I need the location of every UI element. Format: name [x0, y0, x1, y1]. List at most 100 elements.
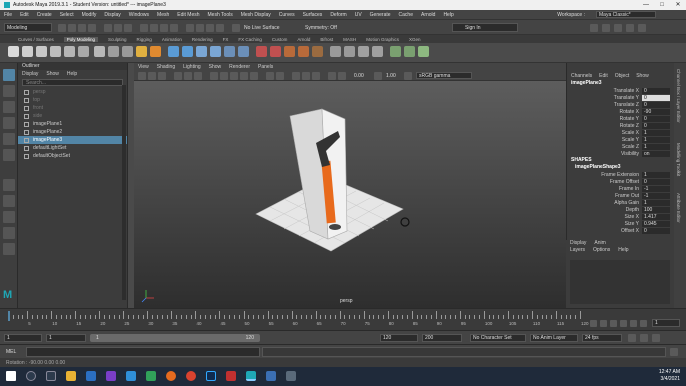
- target-weld-icon[interactable]: [358, 46, 369, 57]
- shelf-tab-mash[interactable]: MASH: [343, 37, 356, 42]
- snap-view-icon[interactable]: [170, 24, 178, 32]
- shelf-tab-xgen[interactable]: XGen: [409, 37, 421, 42]
- folder-icon[interactable]: [58, 24, 66, 32]
- menu-uv[interactable]: UV: [355, 12, 362, 18]
- channel-attr-row[interactable]: Rotate Y0: [567, 115, 674, 122]
- resolution-gate-icon[interactable]: [194, 72, 202, 80]
- outliner-item-imageplane1[interactable]: imagePlane1: [18, 120, 127, 128]
- mel-input[interactable]: [26, 347, 260, 357]
- channel-menu-show[interactable]: Show: [636, 73, 649, 79]
- platonic-solid-icon[interactable]: [108, 46, 119, 57]
- menu-windows[interactable]: Windows: [129, 12, 149, 18]
- app3-icon[interactable]: [286, 371, 296, 381]
- lights-icon[interactable]: [240, 72, 248, 80]
- depth-of-field-icon[interactable]: [328, 72, 336, 80]
- auto-key-icon[interactable]: [640, 334, 648, 342]
- shelf-tab-arnold[interactable]: Arnold: [297, 37, 310, 42]
- go-to-end-icon[interactable]: [640, 320, 647, 327]
- channel-menu-edit[interactable]: Edit: [599, 73, 608, 79]
- shelf-tab-fx-caching[interactable]: FX Caching: [238, 37, 262, 42]
- channel-attr-row[interactable]: Scale Y1: [567, 136, 674, 143]
- sign-in-button[interactable]: Sign In: [452, 23, 518, 32]
- fill-hole-icon[interactable]: [298, 46, 309, 57]
- viewport-menu-view[interactable]: View: [138, 64, 149, 70]
- single-perspective-layout-icon[interactable]: [3, 179, 15, 191]
- tool-settings-toggle-icon[interactable]: [626, 24, 634, 32]
- menu-arnold[interactable]: Arnold: [421, 12, 435, 18]
- motion-blur-icon[interactable]: [302, 72, 310, 80]
- channel-attr-value-field[interactable]: -90: [642, 108, 670, 115]
- boolean-difference-icon[interactable]: [224, 46, 235, 57]
- shape-attr-value-field[interactable]: -1: [642, 192, 670, 199]
- channel-attr-value-field[interactable]: 0: [642, 122, 670, 129]
- outliner-menu-help[interactable]: Help: [67, 71, 77, 77]
- move-tool-icon[interactable]: [3, 117, 15, 129]
- camera-attributes-icon[interactable]: [138, 72, 146, 80]
- textured-icon[interactable]: [230, 72, 238, 80]
- separate-icon[interactable]: [182, 46, 193, 57]
- fps-dropdown[interactable]: 24 fps: [582, 334, 622, 342]
- shape-attr-value-field[interactable]: 1: [642, 199, 670, 206]
- menu-deform[interactable]: Deform: [330, 12, 346, 18]
- menu-mesh-display[interactable]: Mesh Display: [241, 12, 271, 18]
- exposure-icon[interactable]: [338, 72, 346, 80]
- lasso-tool-icon[interactable]: [3, 85, 15, 97]
- photoshop-icon[interactable]: [206, 371, 216, 381]
- ipr-render-icon[interactable]: [206, 24, 214, 32]
- automatic-mapping-icon[interactable]: [404, 46, 415, 57]
- select-object-icon[interactable]: [114, 24, 122, 32]
- color-management-icon[interactable]: [404, 72, 412, 80]
- viewport-menu-renderer[interactable]: Renderer: [229, 64, 250, 70]
- channel-menu-object[interactable]: Object: [615, 73, 629, 79]
- shape-attr-row[interactable]: Alpha Gain 1: [567, 199, 674, 206]
- magnet-icon[interactable]: [232, 24, 240, 32]
- outliner-search-input[interactable]: Search...: [22, 79, 123, 86]
- play-forward-icon[interactable]: [620, 320, 627, 327]
- viewport-menu-show[interactable]: Show: [209, 64, 222, 70]
- type-text-icon[interactable]: [150, 46, 161, 57]
- current-frame-marker[interactable]: [8, 311, 10, 321]
- menu-cache[interactable]: Cache: [399, 12, 413, 18]
- outliner-item-side[interactable]: side: [18, 112, 127, 120]
- channel-attr-value-field[interactable]: 0: [642, 94, 670, 101]
- shape-attr-row[interactable]: Depth 100: [567, 206, 674, 213]
- undo-icon[interactable]: [78, 24, 86, 32]
- shelf-tab-rigging[interactable]: Rigging: [137, 37, 152, 42]
- ambient-occlusion-icon[interactable]: [292, 72, 300, 80]
- windows-start-icon[interactable]: [6, 371, 16, 381]
- play-backward-icon[interactable]: [610, 320, 617, 327]
- live-surface-label[interactable]: No Live Surface: [244, 25, 280, 31]
- outliner-item-defaultlightset[interactable]: defaultLightSet: [18, 144, 127, 152]
- shelf-tab-sculpting[interactable]: Sculpting: [108, 37, 127, 42]
- app2-icon[interactable]: [266, 371, 276, 381]
- select-component-icon[interactable]: [124, 24, 132, 32]
- channel-attr-value-field[interactable]: 0: [642, 87, 670, 94]
- xray-icon[interactable]: [266, 72, 274, 80]
- shelf-tab-fx[interactable]: FX: [223, 37, 229, 42]
- shape-attr-value-field[interactable]: 0: [642, 227, 670, 234]
- tab-display[interactable]: Display: [570, 240, 586, 247]
- chrome-icon[interactable]: [186, 371, 196, 381]
- character-set-dropdown[interactable]: No Character Set: [470, 334, 526, 342]
- system-clock[interactable]: 12:47 AM 3/4/2021: [659, 369, 680, 383]
- paint-select-tool-icon[interactable]: [3, 101, 15, 113]
- poly-cylinder-icon[interactable]: [36, 46, 47, 57]
- sidetab-modelling-toolkit[interactable]: Modelling Toolkit: [676, 143, 681, 176]
- task-view-icon[interactable]: [46, 371, 56, 381]
- outliner-item-persp[interactable]: persp: [18, 88, 127, 96]
- time-slider[interactable]: 5 10 15 20 25 30 35 40 45 50 55 60 65 70 75 80 85 90 95 100…: [0, 308, 686, 330]
- insert-edge-loop-icon[interactable]: [330, 46, 341, 57]
- sidetab-channel-box[interactable]: Channel Box / Layer Editor: [676, 69, 681, 123]
- playback-end-field[interactable]: 120: [380, 334, 418, 342]
- shape-attr-value-field[interactable]: 0: [642, 178, 670, 185]
- manipulator-icon[interactable]: [400, 217, 410, 227]
- shelf-tab-custom[interactable]: Custom: [272, 37, 288, 42]
- panel-toggle-icon[interactable]: [590, 24, 598, 32]
- render-settings-icon[interactable]: [216, 24, 224, 32]
- workspace-selector[interactable]: Workspace : Maya Classic*: [557, 11, 656, 18]
- menu-mesh[interactable]: Mesh: [157, 12, 169, 18]
- wireframe-icon[interactable]: [210, 72, 218, 80]
- colorspace-dropdown[interactable]: sRGB gamma: [416, 72, 472, 79]
- attribute-editor-toggle-icon[interactable]: [614, 24, 622, 32]
- sidetab-attribute-editor[interactable]: Attribute Editor: [676, 193, 681, 223]
